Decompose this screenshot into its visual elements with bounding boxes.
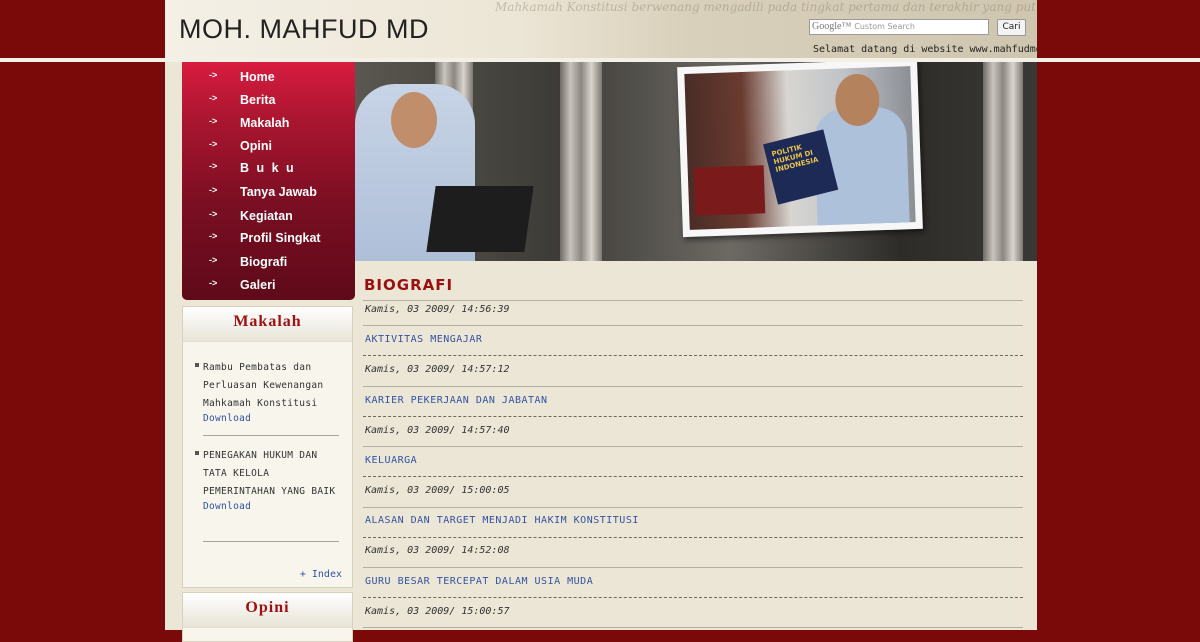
nav-item-berita[interactable]: -> Berita	[182, 90, 355, 112]
bullet-icon	[195, 451, 199, 455]
makalah-item-title[interactable]: Rambu Pembatas dan Perluasan Kewenangan …	[203, 359, 339, 413]
site-header: Mahkamah Konstitusi berwenang mengadili …	[165, 0, 1037, 58]
makalah-box: Makalah Rambu Pembatas dan Perluasan Kew…	[182, 306, 353, 588]
entry-date: Kamis, 03 2009/ 15:00:57	[365, 606, 510, 617]
download-link[interactable]: Download	[203, 413, 339, 424]
arrow-icon: ->	[209, 93, 218, 103]
nav-item-buku[interactable]: -> B u k u	[182, 158, 355, 180]
makalah-item-title[interactable]: PENEGAKAN HUKUM DAN TATA KELOLA PEMERINT…	[203, 447, 339, 501]
arrow-icon: ->	[209, 231, 218, 241]
nav-item-kegiatan[interactable]: -> Kegiatan	[182, 206, 355, 228]
divider	[363, 325, 1023, 326]
nav-item-label: Home	[240, 70, 275, 84]
pillar	[983, 62, 1023, 261]
nav-item-label: Tanya Jawab	[240, 185, 317, 199]
laptop-graphic	[426, 186, 534, 252]
nav-item-opini[interactable]: -> Opini	[182, 136, 355, 158]
arrow-icon: ->	[209, 70, 218, 80]
nav-item-biografi[interactable]: -> Biografi	[182, 252, 355, 274]
pillar	[560, 62, 602, 261]
divider	[363, 355, 1023, 356]
nav-item-label: Makalah	[240, 116, 290, 130]
entry-title-link[interactable]: GURU BESAR TERCEPAT DALAM USIA MUDA	[365, 576, 593, 587]
nav-item-label: Galeri	[240, 278, 276, 292]
arrow-icon: ->	[209, 209, 218, 219]
nav-item-label: Kegiatan	[240, 209, 293, 223]
entry-date: Kamis, 03 2009/ 14:57:12	[365, 364, 510, 375]
nav-item-label: Biografi	[240, 255, 288, 269]
divider	[363, 507, 1023, 508]
entry-title-link[interactable]: KARIER PEKERJAAN DAN JABATAN	[365, 395, 548, 406]
entry-date: Kamis, 03 2009/ 14:52:08	[365, 545, 510, 556]
search-placeholder: Custom Search	[854, 22, 915, 31]
arrow-icon: ->	[209, 255, 218, 265]
main-nav: -> Home -> Berita -> Makalah -> Opini ->…	[182, 62, 355, 300]
nav-item-home[interactable]: -> Home	[182, 67, 355, 89]
framed-photo: POLITIK HUKUM DI INDONESIA	[677, 62, 923, 238]
divider	[363, 627, 1023, 628]
search-button[interactable]: Cari	[997, 19, 1026, 36]
nav-item-makalah[interactable]: -> Makalah	[182, 113, 355, 135]
entry-title-link[interactable]: AKTIVITAS MENGAJAR	[365, 334, 482, 345]
site-title[interactable]: MOH. MAHFUD MD	[179, 14, 429, 45]
book-title: POLITIK HUKUM DI INDONESIA	[770, 143, 820, 175]
nav-item-galeri[interactable]: -> Galeri	[182, 275, 355, 297]
entry-date: Kamis, 03 2009/ 14:56:39	[365, 304, 510, 315]
nav-item-profil-singkat[interactable]: -> Profil Singkat	[182, 228, 355, 250]
arrow-icon: ->	[209, 116, 218, 126]
page-container: Mahkamah Konstitusi berwenang mengadili …	[0, 0, 1200, 642]
divider	[363, 537, 1023, 538]
entry-date: Kamis, 03 2009/ 15:00:05	[365, 485, 510, 496]
divider	[363, 476, 1023, 477]
divider	[363, 416, 1023, 417]
page-title: BIOGRAFI	[364, 276, 454, 294]
entry-date: Kamis, 03 2009/ 14:57:40	[365, 425, 510, 436]
divider	[363, 386, 1023, 387]
divider	[203, 541, 339, 542]
opini-box-title: Opini	[183, 593, 352, 628]
opini-box: Opini	[182, 592, 353, 642]
entry-title-link[interactable]: KELUARGA	[365, 455, 417, 466]
divider	[363, 567, 1023, 568]
makalah-box-title: Makalah	[183, 307, 352, 342]
entry-title-link[interactable]: ALASAN DAN TARGET MENJADI HAKIM KONSTITU…	[365, 515, 639, 526]
arrow-icon: ->	[209, 278, 218, 288]
arrow-icon: ->	[209, 185, 218, 195]
header-banner-image: POLITIK HUKUM DI INDONESIA	[355, 62, 1037, 261]
arrow-icon: ->	[209, 161, 218, 171]
nav-item-label: B u k u	[240, 161, 296, 175]
nav-item-label: Berita	[240, 93, 276, 107]
list-item: Rambu Pembatas dan Perluasan Kewenangan …	[195, 359, 339, 424]
nav-item-label: Opini	[240, 139, 272, 153]
arrow-icon: ->	[209, 139, 218, 149]
search-input[interactable]: Google™ Custom Search	[809, 19, 989, 35]
divider	[363, 300, 1023, 301]
nav-item-tanya-jawab[interactable]: -> Tanya Jawab	[182, 182, 355, 204]
bullet-icon	[195, 363, 199, 367]
divider	[363, 597, 1023, 598]
list-item: PENEGAKAN HUKUM DAN TATA KELOLA PEMERINT…	[195, 447, 339, 512]
divider	[203, 435, 339, 436]
google-logo: Google™	[812, 21, 852, 32]
divider	[363, 446, 1023, 447]
welcome-marquee: Selamat datang di website www.mahfudmd.c…	[813, 44, 1037, 55]
nav-item-label: Profil Singkat	[240, 231, 321, 245]
download-link[interactable]: Download	[203, 501, 339, 512]
index-link[interactable]: + Index	[300, 569, 342, 580]
